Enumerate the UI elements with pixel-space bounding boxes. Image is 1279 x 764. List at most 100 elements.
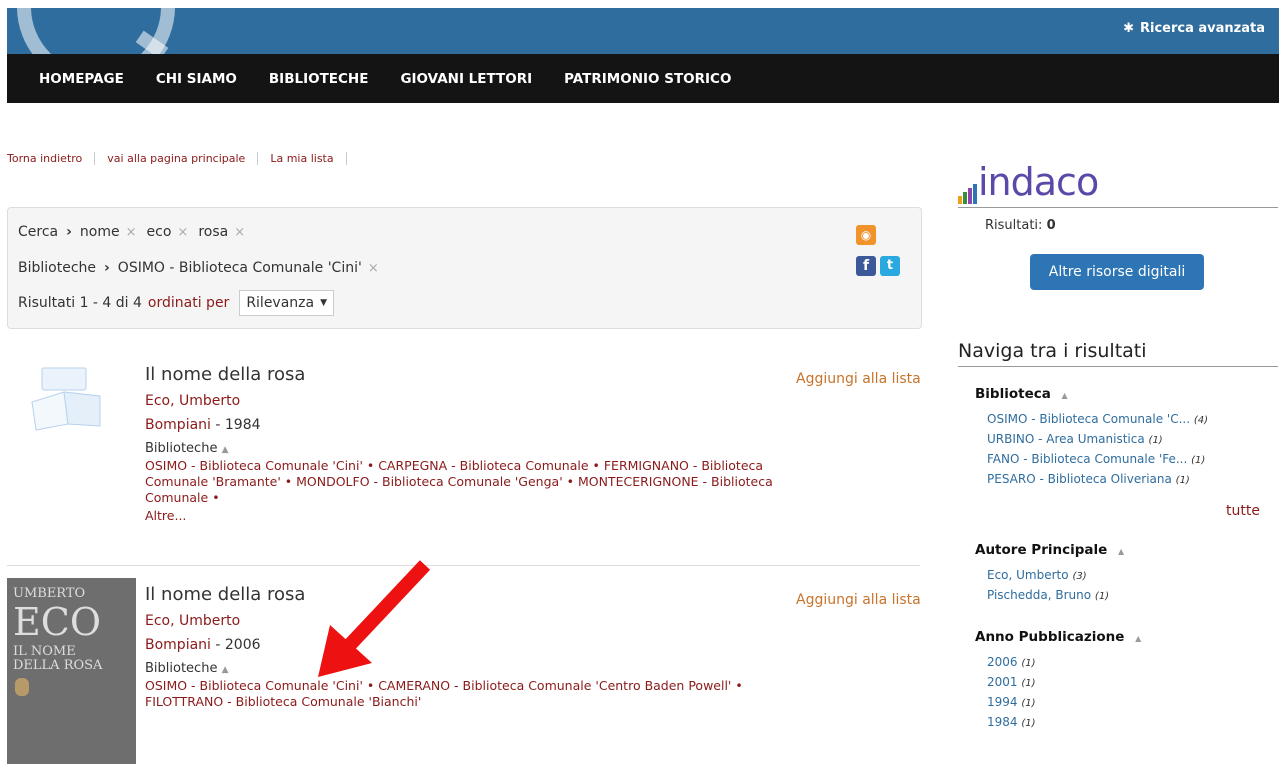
gear-icon: ✱ bbox=[1123, 21, 1134, 36]
caret-up-icon[interactable]: ▲ bbox=[1118, 547, 1124, 556]
remove-icon[interactable]: × bbox=[126, 225, 137, 240]
indaco-logo[interactable]: indaco bbox=[958, 160, 1099, 204]
result-publisher[interactable]: Bompiani bbox=[145, 637, 211, 653]
search-terms-line: Cerca › nome × eco × rosa × bbox=[18, 224, 249, 240]
logo-bars-icon bbox=[958, 184, 977, 204]
nav-biblioteche[interactable]: BIBLIOTECHE bbox=[269, 71, 369, 87]
facet-item-label: 1984 bbox=[987, 715, 1018, 729]
result-author[interactable]: Eco, Umberto bbox=[145, 393, 240, 409]
nav-giovani-lettori[interactable]: GIOVANI LETTORI bbox=[400, 71, 532, 87]
facet-item-count: (1) bbox=[1094, 591, 1110, 602]
my-list-link[interactable]: La mia lista bbox=[258, 152, 347, 165]
result-title[interactable]: Il nome della rosa bbox=[145, 364, 795, 385]
cover-title-1: IL NOME bbox=[13, 644, 76, 659]
result-publisher[interactable]: Bompiani bbox=[145, 417, 211, 433]
cover-author-first: UMBERTO bbox=[13, 586, 86, 601]
facet-item[interactable]: PESARO - Biblioteca Oliveriana (1) bbox=[987, 472, 1208, 486]
facet-title: Biblioteca bbox=[975, 386, 1051, 402]
facet-item-label: Eco, Umberto bbox=[987, 568, 1069, 582]
facet-item-label: Pischedda, Bruno bbox=[987, 588, 1092, 602]
facet-title: Anno Pubblicazione bbox=[975, 629, 1125, 645]
facet-item[interactable]: Pischedda, Bruno (1) bbox=[987, 588, 1124, 602]
add-to-list-link[interactable]: Aggiungi alla lista bbox=[796, 371, 921, 387]
breadcrumb: Torna indietro vai alla pagina principal… bbox=[7, 152, 347, 165]
nav-chi-siamo[interactable]: CHI SIAMO bbox=[156, 71, 237, 87]
caret-up-icon[interactable]: ▲ bbox=[222, 665, 229, 675]
sort-label: ordinati per bbox=[147, 295, 230, 311]
search-term: nome bbox=[79, 224, 120, 240]
rss-icon[interactable]: ◉ bbox=[856, 225, 876, 245]
caret-up-icon[interactable]: ▲ bbox=[1135, 634, 1141, 643]
back-link[interactable]: Torna indietro bbox=[7, 152, 96, 165]
facet-item[interactable]: 1984 (1) bbox=[987, 715, 1141, 729]
more-libraries-link[interactable]: Altre... bbox=[145, 508, 795, 524]
main-page-link[interactable]: vai alla pagina principale bbox=[95, 152, 259, 165]
sidebar-results-label: Risultati: bbox=[985, 218, 1043, 233]
facet-item[interactable]: URBINO - Area Umanistica (1) bbox=[987, 432, 1208, 446]
nav-homepage[interactable]: HOMEPAGE bbox=[39, 71, 124, 87]
facet-anno: Anno Pubblicazione ▲ 2006 (1) 2001 (1) 1… bbox=[975, 629, 1141, 729]
caret-down-icon: ▼ bbox=[320, 298, 328, 308]
facet-item[interactable]: 2001 (1) bbox=[987, 675, 1141, 689]
result-year: 2006 bbox=[224, 637, 261, 653]
book-cover[interactable]: UMBERTO ECO IL NOME DELLA ROSA bbox=[7, 578, 136, 764]
main-nav: HOMEPAGE CHI SIAMO BIBLIOTECHE GIOVANI L… bbox=[7, 54, 1279, 103]
advanced-search-label: Ricerca avanzata bbox=[1139, 21, 1265, 36]
nav-patrimonio-storico[interactable]: PATRIMONIO STORICO bbox=[564, 71, 731, 87]
libraries-label: Biblioteche bbox=[145, 441, 218, 456]
red-arrow-annotation bbox=[318, 560, 431, 677]
library-filter-label: Biblioteche bbox=[18, 260, 97, 276]
result-title[interactable]: Il nome della rosa bbox=[145, 584, 795, 605]
add-to-list-link[interactable]: Aggiungi alla lista bbox=[796, 592, 921, 608]
cerca-label: Cerca bbox=[18, 224, 59, 240]
facet-item-count: (1) bbox=[1191, 455, 1206, 466]
result-author[interactable]: Eco, Umberto bbox=[145, 613, 240, 629]
remove-icon[interactable]: × bbox=[234, 225, 245, 240]
facet-item[interactable]: FANO - Biblioteca Comunale 'Fe... (1) bbox=[987, 452, 1208, 466]
facet-item-count: (1) bbox=[1021, 678, 1036, 689]
search-term: rosa bbox=[198, 224, 229, 240]
twitter-icon[interactable]: t bbox=[880, 256, 900, 276]
cover-figure bbox=[15, 678, 29, 696]
result-item: Il nome della rosa Eco, Umberto Bompiani… bbox=[145, 584, 795, 710]
facet-item-count: (1) bbox=[1021, 658, 1036, 669]
sort-select[interactable]: Rilevanza ▼ bbox=[239, 290, 335, 316]
facet-autore: Autore Principale ▲ Eco, Umberto (3) Pis… bbox=[975, 542, 1124, 602]
sidebar-divider bbox=[958, 207, 1278, 208]
facet-item-label: 1994 bbox=[987, 695, 1018, 709]
facet-item-label: URBINO - Area Umanistica bbox=[987, 432, 1145, 446]
facet-item-label: PESARO - Biblioteca Oliveriana bbox=[987, 472, 1172, 486]
libraries-list[interactable]: OSIMO - Biblioteca Comunale 'Cini' • CAR… bbox=[145, 458, 795, 506]
logo-text: indaco bbox=[978, 160, 1099, 204]
library-filter-value: OSIMO - Biblioteca Comunale 'Cini' bbox=[117, 260, 362, 276]
library-filter-line: Biblioteche › OSIMO - Biblioteca Comunal… bbox=[18, 260, 383, 276]
result-item: Il nome della rosa Eco, Umberto Bompiani… bbox=[145, 364, 795, 524]
chevron-right-icon: › bbox=[104, 260, 110, 276]
facet-item-label: FANO - Biblioteca Comunale 'Fe... bbox=[987, 452, 1188, 466]
sidebar-results: Risultati: 0 bbox=[985, 218, 1056, 233]
other-digital-resources-button[interactable]: Altre risorse digitali bbox=[1030, 254, 1204, 290]
sidebar-results-count: 0 bbox=[1046, 218, 1056, 233]
facet-item-count: (4) bbox=[1193, 415, 1209, 426]
remove-icon[interactable]: × bbox=[177, 225, 188, 240]
search-summary: Cerca › nome × eco × rosa × Biblioteche › O… bbox=[7, 207, 922, 329]
facebook-icon[interactable]: f bbox=[856, 256, 876, 276]
facet-title: Autore Principale bbox=[975, 542, 1108, 558]
facet-item-count: (1) bbox=[1021, 718, 1036, 729]
remove-icon[interactable]: × bbox=[368, 261, 379, 276]
libraries-list[interactable]: OSIMO - Biblioteca Comunale 'Cini' • CAM… bbox=[145, 678, 795, 710]
cover-title-2: DELLA ROSA bbox=[13, 658, 103, 673]
facet-item-count: (1) bbox=[1148, 435, 1163, 446]
facet-item[interactable]: 2006 (1) bbox=[987, 655, 1141, 669]
caret-up-icon[interactable]: ▲ bbox=[222, 445, 229, 455]
facet-all-link[interactable]: tutte bbox=[1226, 503, 1260, 519]
facet-biblioteca: Biblioteca ▲ OSIMO - Biblioteca Comunale… bbox=[975, 386, 1208, 486]
caret-up-icon[interactable]: ▲ bbox=[1062, 391, 1068, 400]
site-header: ✱ Ricerca avanzata bbox=[7, 8, 1279, 54]
advanced-search-link[interactable]: ✱ Ricerca avanzata bbox=[1123, 21, 1265, 36]
facet-item[interactable]: Eco, Umberto (3) bbox=[987, 568, 1124, 582]
facet-item[interactable]: OSIMO - Biblioteca Comunale 'C... (4) bbox=[987, 412, 1208, 426]
sort-select-value: Rilevanza bbox=[246, 295, 315, 311]
facet-item-label: 2001 bbox=[987, 675, 1018, 689]
facet-item[interactable]: 1994 (1) bbox=[987, 695, 1141, 709]
